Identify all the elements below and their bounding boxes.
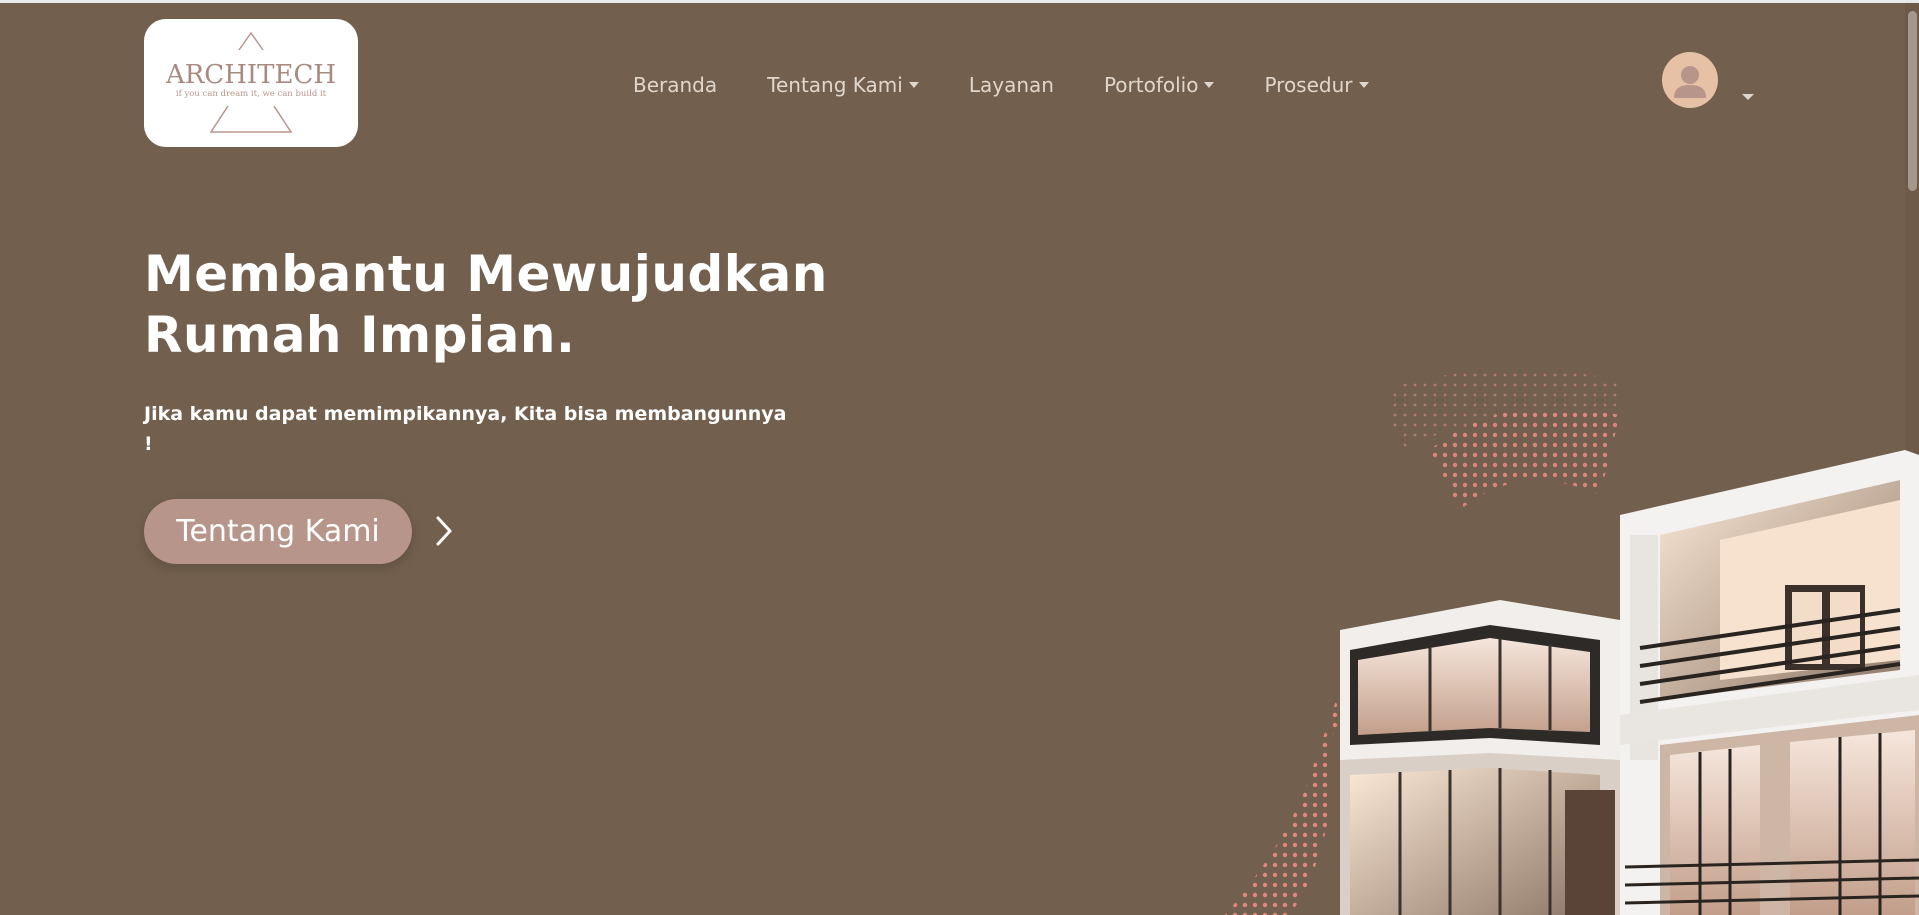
nav-item-layanan[interactable]: Layanan bbox=[969, 73, 1054, 97]
hero-title-line2: Rumah Impian. bbox=[144, 306, 576, 364]
user-icon bbox=[1674, 66, 1706, 98]
logo-tagline: if you can dream it, we can build it bbox=[176, 89, 327, 99]
logo[interactable]: ARCHITECH if you can dream it, we can bu… bbox=[144, 19, 358, 147]
nav-item-tentang-kami[interactable]: Tentang Kami bbox=[767, 73, 919, 97]
logo-wordmark: ARCHITECH bbox=[166, 60, 336, 90]
nav-label: Layanan bbox=[968, 73, 1054, 97]
caret-down-icon bbox=[1358, 82, 1369, 88]
hero-title-line1: Membantu Mewujudkan bbox=[144, 245, 828, 303]
hero-title: Membantu Mewujudkan Rumah Impian. bbox=[144, 244, 844, 366]
cta-label: Tentang Kami bbox=[176, 514, 380, 549]
logo-mark: ARCHITECH if you can dream it, we can bu… bbox=[166, 31, 336, 133]
window-top-edge bbox=[0, 0, 1919, 3]
nav-label: Portofolio bbox=[1103, 73, 1199, 97]
nav-label: Tentang Kami bbox=[767, 73, 903, 97]
tentang-kami-button[interactable]: Tentang Kami bbox=[144, 499, 412, 564]
nav-item-prosedur[interactable]: Prosedur bbox=[1264, 73, 1369, 97]
user-menu-caret-icon[interactable] bbox=[1742, 94, 1754, 100]
scrollbar-thumb[interactable] bbox=[1908, 11, 1917, 191]
house-image bbox=[1225, 370, 1919, 915]
nav-item-portofolio[interactable]: Portofolio bbox=[1104, 73, 1215, 97]
chevron-right-icon[interactable] bbox=[432, 514, 456, 548]
caret-down-icon bbox=[1204, 82, 1215, 88]
nav-item-beranda[interactable]: Beranda bbox=[633, 73, 717, 97]
user-avatar[interactable] bbox=[1662, 52, 1718, 108]
nav-label: Prosedur bbox=[1264, 73, 1353, 97]
hero-subtitle: Jika kamu dapat memimpikannya, Kita bisa… bbox=[144, 403, 787, 455]
caret-down-icon bbox=[908, 82, 919, 88]
nav-label: Beranda bbox=[633, 73, 718, 97]
main-nav: Beranda Tentang Kami Layanan Portofolio … bbox=[633, 70, 1369, 100]
